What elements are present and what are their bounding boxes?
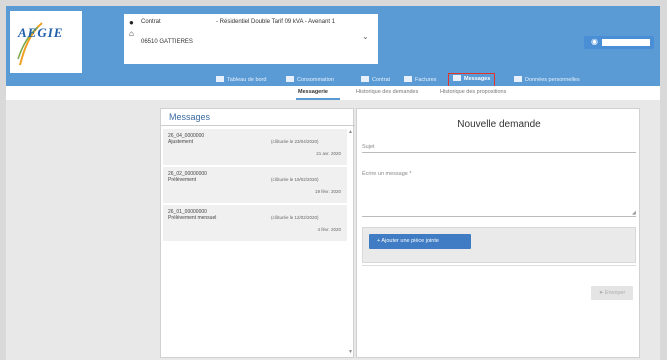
home-icon: ⌂	[129, 29, 134, 38]
messages-panel: Messages ▲ 26_04_0000000 Ajustement (clô…	[160, 108, 355, 358]
contract-nav-icon	[361, 76, 369, 82]
brand-logo[interactable]: AEGIE	[10, 11, 82, 73]
consumption-icon	[286, 76, 294, 82]
messages-title: Messages	[169, 112, 211, 122]
attachment-area: + Ajouter une pièce jointe	[362, 227, 636, 263]
tab-historique-propositions[interactable]: Historique des propositions	[440, 89, 506, 95]
message-item[interactable]: 26_04_0000000 Ajustement (clôturée le 23…	[163, 129, 347, 165]
sub-tabs: Messagerie Historique des demandes Histo…	[6, 86, 660, 100]
message-type: Prélèvement mensuel	[168, 215, 217, 221]
chevron-down-icon[interactable]: ⌄	[362, 32, 369, 41]
subject-underline	[362, 152, 636, 153]
nav-item-factures[interactable]: Factures	[404, 73, 436, 87]
message-type: Prélèvement	[168, 177, 197, 183]
dashboard-icon	[216, 76, 224, 82]
scroll-up-icon[interactable]: ▲	[348, 129, 353, 135]
add-attachment-button[interactable]: + Ajouter une pièce jointe	[369, 234, 471, 249]
contract-selector[interactable]: ● Contrat - Résidentiel Double Tarif 09 …	[124, 14, 378, 64]
nav-item-contrat[interactable]: Contrat	[361, 73, 390, 87]
message-cloture: (clôturée le 19/02/2020)	[271, 177, 319, 182]
message-cloture: (clôturée le 23/04/2020)	[271, 139, 319, 144]
nav-item-donnees-personnelles[interactable]: Données personnelles	[514, 73, 580, 87]
person-icon	[514, 76, 522, 82]
contract-address: 06510 GATTIERES	[141, 39, 193, 45]
new-request-panel: Nouvelle demande Sujet Écrire un message…	[356, 108, 640, 358]
message-item[interactable]: 26_01_00000000 Prélèvement mensuel (clôt…	[163, 205, 347, 241]
scroll-down-icon[interactable]: ▼	[348, 349, 353, 355]
new-request-title: Nouvelle demande	[457, 119, 541, 130]
contract-icon: ●	[129, 18, 134, 27]
contract-label: Contrat	[141, 19, 161, 25]
euro-icon	[404, 76, 412, 82]
nav-item-messages[interactable]: Messages	[448, 73, 496, 87]
message-date: 19 févr. 2020	[314, 189, 341, 194]
message-type: Ajustement	[168, 139, 194, 145]
message-item[interactable]: 26_02_00000000 Prélèvement (clôturée le …	[163, 167, 347, 203]
message-icon	[453, 75, 461, 81]
message-field[interactable]: Écrire un message *	[362, 171, 412, 177]
send-button[interactable]: ➤ Envoyer	[591, 286, 633, 300]
divider	[362, 263, 636, 266]
divider	[161, 125, 355, 126]
user-icon: ◉	[591, 37, 598, 46]
user-menu-button[interactable]: ◉	[584, 36, 654, 49]
subject-field[interactable]: Sujet	[362, 144, 375, 150]
user-name-redacted	[602, 39, 650, 46]
app-header: AEGIE ● Contrat - Résidentiel Double Tar…	[6, 6, 660, 87]
message-date: 4 févr. 2020	[317, 227, 341, 232]
tab-messagerie[interactable]: Messagerie	[298, 89, 328, 95]
nav-item-consommation[interactable]: Consommation	[286, 73, 334, 87]
nav-item-tableau-de-bord[interactable]: Tableau de bord	[216, 73, 266, 87]
message-cloture: (clôturée le 12/02/2020)	[271, 215, 319, 220]
tab-historique-demandes[interactable]: Historique des demandes	[356, 89, 418, 95]
logo-text: AEGIE	[18, 25, 64, 40]
message-underline	[362, 216, 636, 217]
contract-value: - Résidentiel Double Tarif 09 kVA - Aven…	[216, 19, 336, 25]
message-date: 21 avr. 2020	[316, 151, 341, 156]
